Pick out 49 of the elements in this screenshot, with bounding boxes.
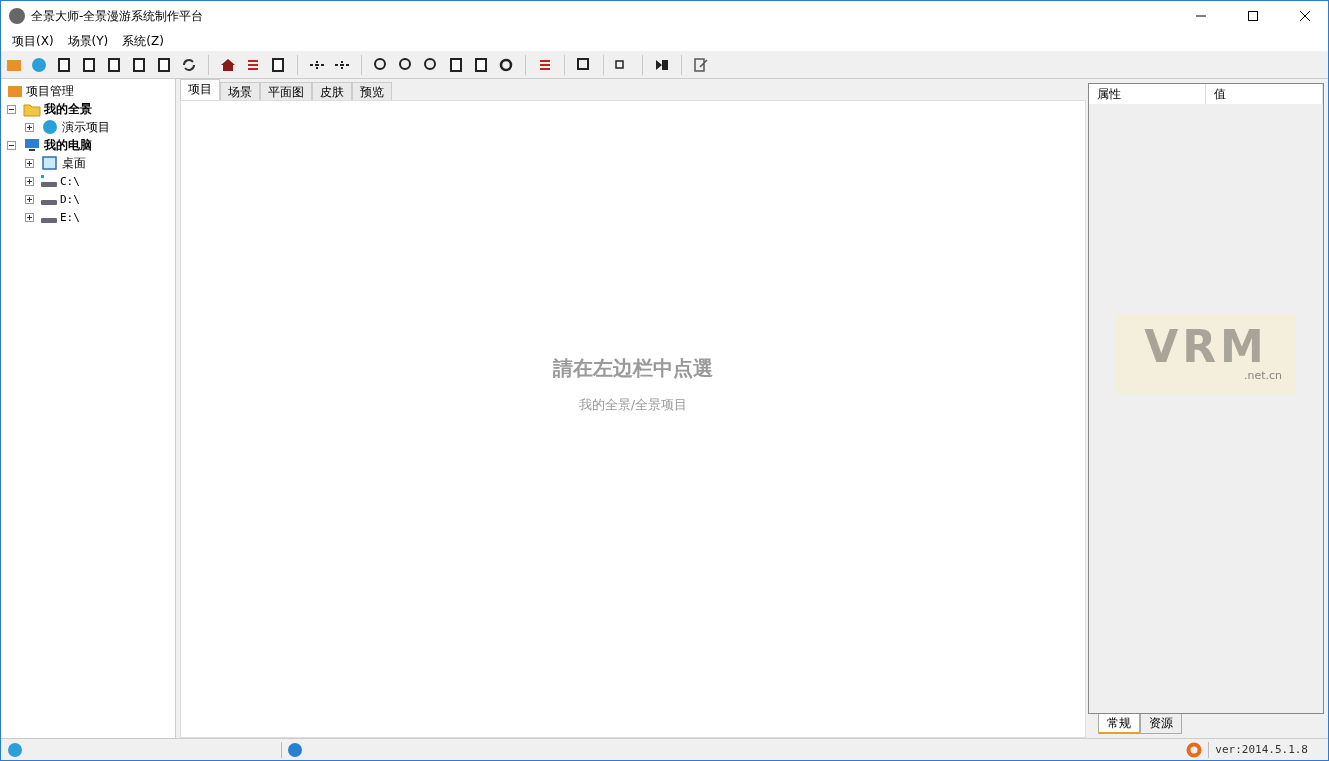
tab[interactable]: 资源 <box>1140 714 1182 734</box>
column-header: 属性 <box>1089 84 1206 104</box>
drive-icon <box>41 217 57 223</box>
panorama-logo-icon <box>7 741 23 758</box>
tree-toggle[interactable] <box>7 104 16 114</box>
tree-toggle[interactable] <box>25 212 34 222</box>
tree-toggle[interactable] <box>25 158 34 168</box>
drive-icon <box>41 175 57 187</box>
close-icon[interactable] <box>1299 10 1311 22</box>
tab[interactable]: 平面图 <box>260 82 312 100</box>
logo-subtext: .net.cn <box>1243 369 1282 382</box>
maximize-icon[interactable] <box>1247 10 1259 22</box>
tree-item[interactable]: 桌面 <box>62 154 86 172</box>
tree-item[interactable]: C:\ <box>60 174 80 188</box>
tree-item[interactable]: E:\ <box>60 210 80 224</box>
tree-toggle[interactable] <box>25 176 34 186</box>
menu-item[interactable]: 系统(Z) <box>115 32 171 50</box>
app-logo-icon <box>9 8 25 24</box>
lifebuoy-icon[interactable] <box>1186 741 1203 758</box>
menu-item[interactable]: 项目(X) <box>5 32 61 50</box>
column-header: 值 <box>1206 84 1323 104</box>
tree-root-label[interactable]: 项目管理 <box>26 82 74 100</box>
version-text: ver:2014.5.1.8 <box>1215 743 1308 756</box>
hint-text: 請在左边栏中点選 <box>553 354 713 382</box>
desktop-icon <box>41 155 59 171</box>
tab[interactable]: 场景 <box>220 82 260 100</box>
panorama-logo-icon <box>41 119 59 135</box>
window-title: 全景大师-全景漫游系统制作平台 <box>31 7 204 25</box>
tree-toggle[interactable] <box>25 194 34 204</box>
tree-toggle[interactable] <box>7 140 16 150</box>
edit-icon[interactable] <box>692 55 710 74</box>
tab[interactable]: 皮肤 <box>312 82 352 100</box>
tab[interactable]: 预览 <box>352 82 392 100</box>
computer-icon <box>23 137 41 153</box>
menu-item[interactable]: 场景(Y) <box>60 32 116 50</box>
app-logo-icon <box>288 742 302 757</box>
tab[interactable]: 项目 <box>180 79 220 100</box>
tree-item[interactable]: D:\ <box>60 192 80 206</box>
hint-subtext: 我的全景/全景项目 <box>578 395 688 414</box>
folder-icon <box>23 101 41 117</box>
tree-item[interactable]: 我的全景 <box>44 100 92 118</box>
tree-item[interactable]: 演示项目 <box>62 118 110 136</box>
tree-toggle[interactable] <box>25 122 34 132</box>
folder-icon <box>7 83 23 99</box>
tab[interactable]: 常规 <box>1098 714 1140 734</box>
panorama-logo-icon[interactable] <box>30 55 48 74</box>
drive-icon <box>41 199 57 205</box>
logo-text: VRM <box>1144 325 1268 369</box>
tree-item[interactable]: 我的电脑 <box>44 136 92 154</box>
